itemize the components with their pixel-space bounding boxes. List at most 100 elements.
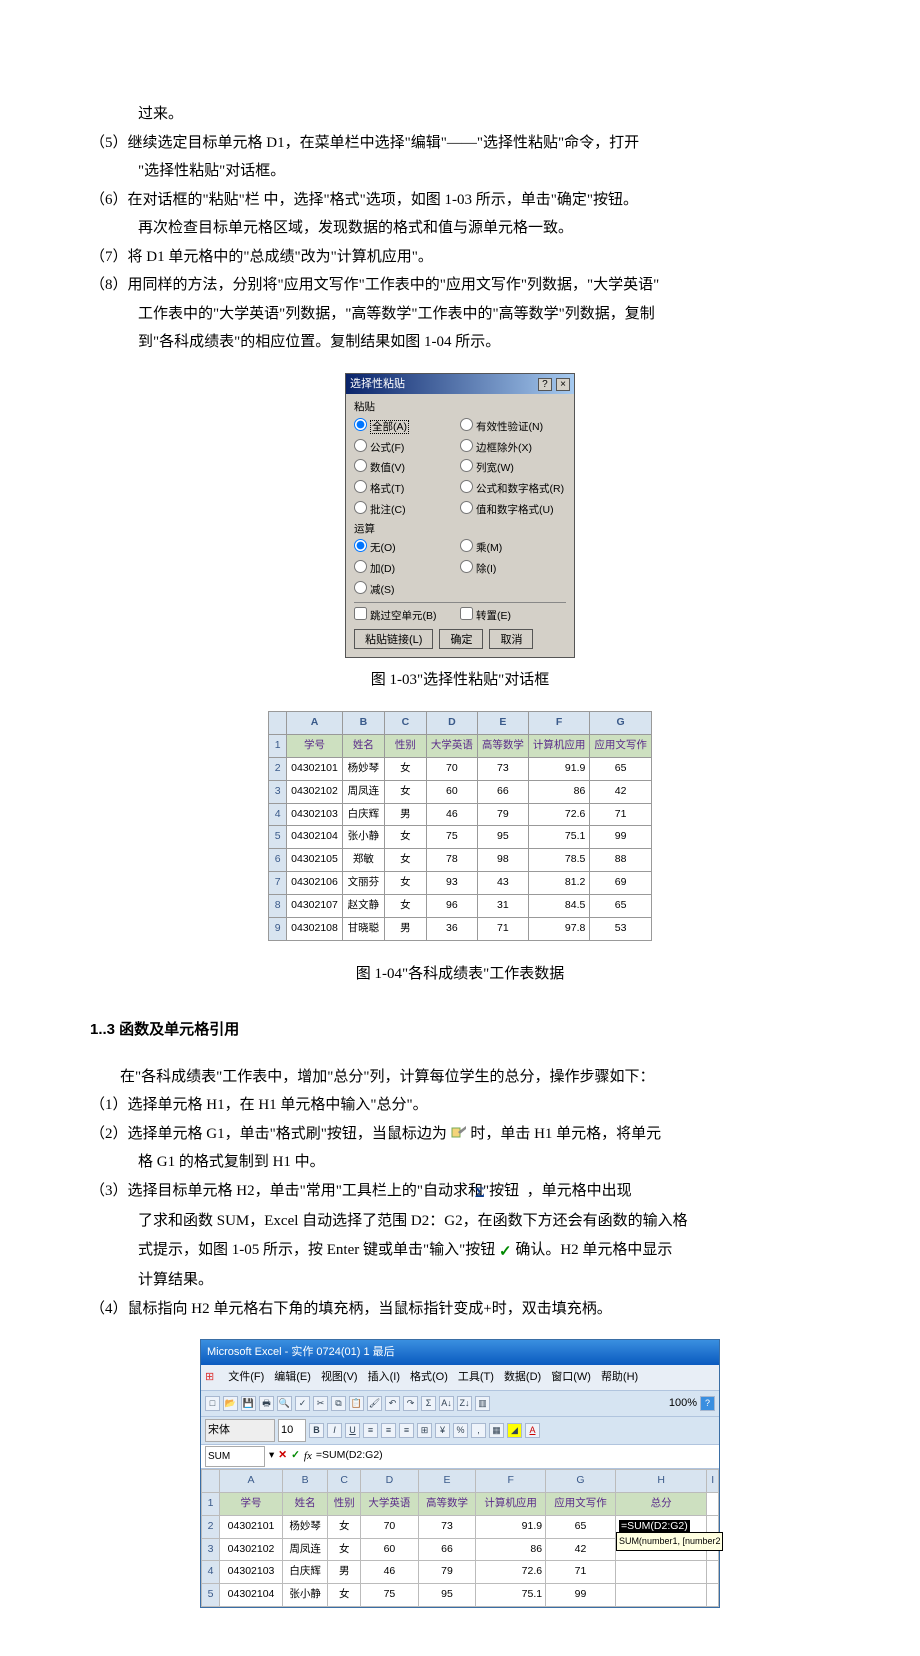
- align-right-icon[interactable]: ≡: [399, 1423, 414, 1438]
- menu-item[interactable]: 编辑(E): [274, 1367, 311, 1388]
- formula-input[interactable]: =SUM(D2:G2): [316, 1446, 715, 1466]
- check-transpose[interactable]: 转置(E): [460, 610, 511, 622]
- dropdown-icon[interactable]: ▾: [269, 1446, 274, 1466]
- save-icon[interactable]: 💾: [241, 1396, 256, 1411]
- font-color-icon[interactable]: A: [525, 1423, 540, 1438]
- step-5-cont: "选择性粘贴"对话框。: [90, 157, 830, 186]
- align-left-icon[interactable]: ≡: [363, 1423, 378, 1438]
- group-paste-label: 粘贴: [354, 400, 566, 416]
- currency-icon[interactable]: ¥: [435, 1423, 450, 1438]
- help-icon[interactable]: ?: [700, 1396, 715, 1411]
- sec-step-4: （4）鼠标指向 H2 单元格右下角的填充柄，当鼠标指针变成+时，双击填充柄。: [90, 1295, 830, 1324]
- cancel-icon[interactable]: ✕: [278, 1446, 287, 1466]
- menu-item[interactable]: 帮助(H): [601, 1367, 638, 1388]
- step-8-cont1: 工作表中的"大学英语"列数据，"高等数学"工作表中的"高等数学"列数据，复制: [90, 300, 830, 329]
- sec-step-3-cont3: 计算结果。: [90, 1266, 830, 1295]
- radio-op-div[interactable]: 除(I): [460, 563, 496, 575]
- sort-asc-icon[interactable]: A↓: [439, 1396, 454, 1411]
- sec-step-3-cont1: 了求和函数 SUM，Excel 自动选择了范围 D2：G2，在函数下方还会有函数…: [90, 1207, 830, 1236]
- step-6-cont: 再次检查目标单元格区域，发现数据的格式和值与源单元格一致。: [90, 214, 830, 243]
- spell-icon[interactable]: ✓: [295, 1396, 310, 1411]
- radio-comment[interactable]: 批注(C): [354, 504, 406, 516]
- radio-value[interactable]: 数值(V): [354, 462, 405, 474]
- figure-1-03-caption: 图 1-03"选择性粘贴"对话框: [90, 666, 830, 695]
- name-box[interactable]: SUM: [205, 1446, 265, 1467]
- font-size-box[interactable]: 10: [278, 1419, 306, 1442]
- format-painter-icon[interactable]: 🖌: [367, 1396, 382, 1411]
- radio-validation[interactable]: 有效性验证(N): [460, 421, 543, 433]
- bold-icon[interactable]: B: [309, 1423, 324, 1438]
- new-icon[interactable]: □: [205, 1396, 220, 1411]
- sec-step-3: （3）选择目标单元格 H2，单击"常用"工具栏上的"自动求和"按钮 Σ ，单元格…: [90, 1177, 830, 1208]
- menu-item[interactable]: 文件(F): [228, 1367, 264, 1388]
- radio-all[interactable]: 全部(A): [354, 421, 409, 433]
- zoom-value[interactable]: 100%: [669, 1393, 697, 1414]
- cancel-button[interactable]: 取消: [489, 629, 533, 649]
- open-icon[interactable]: 📂: [223, 1396, 238, 1411]
- help-icon[interactable]: ?: [538, 378, 552, 391]
- enter-check-icon: ✓: [499, 1238, 512, 1267]
- radio-op-mul[interactable]: 乘(M): [460, 542, 502, 554]
- paste-link-button[interactable]: 粘贴链接(L): [354, 629, 433, 649]
- ok-button[interactable]: 确定: [439, 629, 483, 649]
- figure-1-04: ABCDEFG1学号姓名性别大学英语高等数学计算机应用应用文写作20430210…: [90, 711, 830, 952]
- section-title: 1..3 函数及单元格引用: [90, 1016, 830, 1045]
- italic-icon[interactable]: I: [327, 1423, 342, 1438]
- radio-op-sub[interactable]: 减(S): [354, 584, 395, 596]
- underline-icon[interactable]: U: [345, 1423, 360, 1438]
- paste-icon[interactable]: 📋: [349, 1396, 364, 1411]
- sec-step-3-cont2: 式提示，如图 1-05 所示，按 Enter 键或单击"输入"按钮 ✓ 确认。H…: [90, 1236, 830, 1267]
- menu-item[interactable]: 视图(V): [321, 1367, 358, 1388]
- autosum-icon[interactable]: Σ: [421, 1396, 436, 1411]
- check-skip-blanks[interactable]: 跳过空单元(B): [354, 610, 437, 622]
- radio-colwidth[interactable]: 列宽(W): [460, 462, 514, 474]
- radio-formula[interactable]: 公式(F): [354, 442, 404, 454]
- undo-icon[interactable]: ↶: [385, 1396, 400, 1411]
- radio-noborder[interactable]: 边框除外(X): [460, 442, 532, 454]
- fill-color-icon[interactable]: ◢: [507, 1423, 522, 1438]
- excel-toolbar-standard[interactable]: □ 📂 💾 🖶 🔍 ✓ ✂ ⧉ 📋 🖌 ↶ ↷ Σ A↓ Z↓ ▥ 100% ?: [201, 1390, 719, 1416]
- fx-icon[interactable]: fx: [304, 1446, 312, 1467]
- excel-menubar[interactable]: ⊞ 文件(F) 编辑(E) 视图(V) 插入(I) 格式(O) 工具(T) 数据(D) 窗口(W…: [201, 1365, 719, 1390]
- print-icon[interactable]: 🖶: [259, 1396, 274, 1411]
- align-center-icon[interactable]: ≡: [381, 1423, 396, 1438]
- cut-icon[interactable]: ✂: [313, 1396, 328, 1411]
- font-name-box[interactable]: 宋体: [205, 1419, 275, 1442]
- spreadsheet-fig105: ABCDEFGHI1学号姓名性别大学英语高等数学计算机应用应用文写作总分2043…: [201, 1469, 719, 1608]
- dialog-titlebar: 选择性粘贴 ? ×: [346, 374, 574, 395]
- step-8-cont2: 到"各科成绩表"的相应位置。复制结果如图 1-04 所示。: [90, 328, 830, 357]
- percent-icon[interactable]: %: [453, 1423, 468, 1438]
- copy-icon[interactable]: ⧉: [331, 1396, 346, 1411]
- excel-window: Microsoft Excel - 实作 0724(01) 1 最后 ⊞文件(F…: [200, 1339, 720, 1608]
- chart-icon[interactable]: ▥: [475, 1396, 490, 1411]
- redo-icon[interactable]: ↷: [403, 1396, 418, 1411]
- section-intro: 在"各科成绩表"工作表中，增加"总分"列，计算每位学生的总分，操作步骤如下：: [90, 1063, 830, 1092]
- preview-icon[interactable]: 🔍: [277, 1396, 292, 1411]
- menu-item[interactable]: 格式(O): [410, 1367, 448, 1388]
- radio-numfmt[interactable]: 公式和数字格式(R): [460, 483, 564, 495]
- paragraph: 过来。: [90, 100, 830, 129]
- spreadsheet-fig104: ABCDEFG1学号姓名性别大学英语高等数学计算机应用应用文写作20430210…: [268, 711, 652, 941]
- comma-icon[interactable]: ,: [471, 1423, 486, 1438]
- excel-toolbar-format[interactable]: 宋体 10 B I U ≡ ≡ ≡ ⊞ ¥ % , ▦ ◢ A: [201, 1416, 719, 1444]
- menu-item[interactable]: 数据(D): [504, 1367, 541, 1388]
- menu-item[interactable]: 工具(T): [458, 1367, 494, 1388]
- format-painter-cursor-icon: [451, 1126, 467, 1140]
- radio-valnumfmt[interactable]: 值和数字格式(U): [460, 504, 554, 516]
- step-5: （5）继续选定目标单元格 D1，在菜单栏中选择"编辑"——"选择性粘贴"命令，打…: [90, 129, 830, 158]
- radio-format[interactable]: 格式(T): [354, 483, 404, 495]
- formula-bar[interactable]: SUM ▾ ✕ ✓ fx =SUM(D2:G2): [201, 1444, 719, 1469]
- figure-1-04-caption: 图 1-04"各科成绩表"工作表数据: [90, 960, 830, 989]
- step-8: （8）用同样的方法，分别将"应用文写作"工作表中的"应用文写作"列数据，"大学英…: [90, 271, 830, 300]
- sort-desc-icon[interactable]: Z↓: [457, 1396, 472, 1411]
- enter-icon[interactable]: ✓: [291, 1446, 300, 1466]
- control-icon[interactable]: ⊞: [205, 1367, 214, 1388]
- menu-item[interactable]: 插入(I): [368, 1367, 400, 1388]
- borders-icon[interactable]: ▦: [489, 1423, 504, 1438]
- step-6: （6）在对话框的"粘贴"栏 中，选择"格式"选项，如图 1-03 所示，单击"确…: [90, 186, 830, 215]
- radio-op-add[interactable]: 加(D): [354, 563, 395, 575]
- radio-op-none[interactable]: 无(O): [354, 542, 396, 554]
- menu-item[interactable]: 窗口(W): [551, 1367, 591, 1388]
- close-icon[interactable]: ×: [556, 378, 570, 391]
- merge-icon[interactable]: ⊞: [417, 1423, 432, 1438]
